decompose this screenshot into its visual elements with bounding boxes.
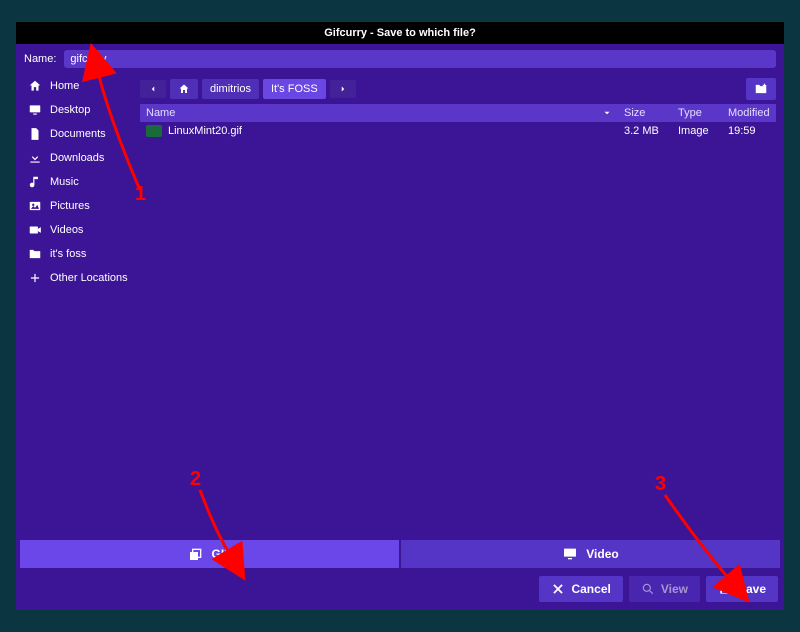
documents-icon	[28, 127, 42, 141]
format-gif-button[interactable]: GIF	[20, 540, 399, 568]
sidebar-item-label: Other Locations	[50, 272, 128, 284]
sidebar-item-label: Documents	[50, 128, 106, 140]
file-type: Image	[672, 122, 722, 140]
sidebar-item-home[interactable]: Home	[20, 74, 136, 98]
music-icon	[28, 175, 42, 189]
path-segment[interactable]: dimitrios	[202, 79, 259, 99]
sidebar-item-videos[interactable]: Videos	[20, 218, 136, 242]
file-list: LinuxMint20.gif 3.2 MB Image 19:59	[140, 122, 776, 534]
filename-label: Name:	[24, 53, 56, 65]
save-icon	[718, 582, 732, 596]
view-button[interactable]: View	[629, 576, 700, 602]
monitor-icon	[562, 546, 578, 562]
action-row: Cancel View Save	[16, 568, 784, 610]
new-folder-button[interactable]	[746, 78, 776, 100]
file-row[interactable]: LinuxMint20.gif 3.2 MB Image 19:59	[140, 122, 776, 140]
file-name: LinuxMint20.gif	[168, 125, 242, 137]
format-video-button[interactable]: Video	[401, 540, 780, 568]
format-video-label: Video	[586, 547, 618, 561]
sort-indicator-icon	[602, 108, 612, 118]
sidebar-item-documents[interactable]: Documents	[20, 122, 136, 146]
stack-icon	[188, 546, 204, 562]
pictures-icon	[28, 199, 42, 213]
sidebar-item-desktop[interactable]: Desktop	[20, 98, 136, 122]
path-home-button[interactable]	[170, 79, 198, 99]
sidebar-item-other-locations[interactable]: Other Locations	[20, 266, 136, 290]
home-icon	[28, 79, 42, 93]
sidebar-item-label: Videos	[50, 224, 83, 236]
places-sidebar: Home Desktop Documents Downloads	[20, 74, 136, 538]
sidebar-item-downloads[interactable]: Downloads	[20, 146, 136, 170]
nav-forward-button[interactable]	[330, 80, 356, 98]
save-button[interactable]: Save	[706, 576, 778, 602]
nav-back-button[interactable]	[140, 80, 166, 98]
pathbar: dimitrios It's FOSS	[140, 78, 776, 100]
plus-icon	[28, 271, 42, 285]
magnify-icon	[641, 582, 655, 596]
sidebar-item-label: Pictures	[50, 200, 90, 212]
folder-icon	[28, 247, 42, 261]
path-segment[interactable]: It's FOSS	[263, 79, 326, 99]
file-list-headers: Name Size Type Modified	[140, 104, 776, 122]
col-header-type[interactable]: Type	[672, 104, 722, 122]
cancel-label: Cancel	[571, 582, 610, 596]
sidebar-item-label: it's foss	[50, 248, 86, 260]
content-area: dimitrios It's FOSS Name Size T	[136, 74, 780, 538]
sidebar-item-folder[interactable]: it's foss	[20, 242, 136, 266]
downloads-icon	[28, 151, 42, 165]
sidebar-item-pictures[interactable]: Pictures	[20, 194, 136, 218]
save-label: Save	[738, 582, 766, 596]
title-text: Gifcurry - Save to which file?	[324, 27, 476, 39]
save-dialog: Gifcurry - Save to which file? Name: Hom…	[16, 22, 784, 610]
sidebar-item-label: Desktop	[50, 104, 90, 116]
desktop-icon	[28, 103, 42, 117]
cancel-button[interactable]: Cancel	[539, 576, 622, 602]
main-area: Home Desktop Documents Downloads	[16, 74, 784, 538]
col-header-name[interactable]: Name	[140, 104, 618, 122]
format-row: GIF Video	[16, 540, 784, 568]
col-header-modified[interactable]: Modified	[722, 104, 776, 122]
videos-icon	[28, 223, 42, 237]
filename-row: Name:	[16, 44, 784, 74]
format-gif-label: GIF	[212, 547, 232, 561]
sidebar-item-label: Downloads	[50, 152, 104, 164]
file-size: 3.2 MB	[618, 122, 672, 140]
titlebar: Gifcurry - Save to which file?	[16, 22, 784, 44]
sidebar-item-label: Music	[50, 176, 79, 188]
filename-input[interactable]	[64, 50, 776, 68]
file-thumbnail-icon	[146, 125, 162, 137]
sidebar-item-label: Home	[50, 80, 79, 92]
view-label: View	[661, 582, 688, 596]
file-modified: 19:59	[722, 122, 776, 140]
sidebar-item-music[interactable]: Music	[20, 170, 136, 194]
close-icon	[551, 582, 565, 596]
col-header-size[interactable]: Size	[618, 104, 672, 122]
